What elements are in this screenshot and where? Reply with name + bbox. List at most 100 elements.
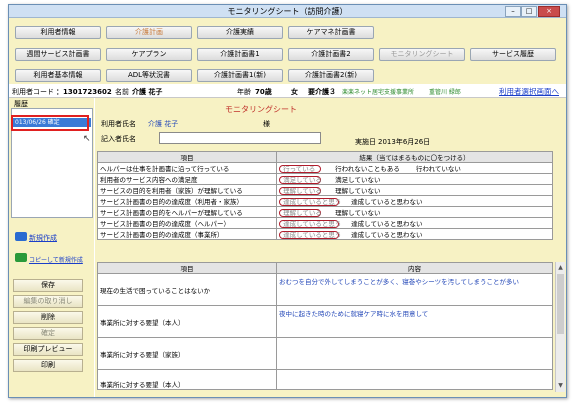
nav-monitoring-sheet-button[interactable]: モニタリングシート bbox=[379, 48, 465, 61]
detail-row: 事業所に対する要望（家族） bbox=[97, 337, 553, 370]
date-label: 実施日 bbox=[355, 138, 376, 146]
eval-item: 利用者のサービス内容への満足度 bbox=[97, 173, 277, 185]
nav-careplan-button[interactable]: ケアプラン bbox=[106, 48, 192, 61]
new-document-icon bbox=[15, 232, 27, 241]
eval-option[interactable]: 達成していると思わない bbox=[351, 231, 422, 239]
eval-row: サービス計画書の目的をヘルパーが理解している 理解している 理解していない bbox=[97, 206, 553, 218]
scrollbar[interactable]: ▲ ▼ bbox=[555, 262, 565, 392]
detail-content-field[interactable]: 夜中に起きた時のために就寝ケア時に水を用意して bbox=[276, 305, 553, 338]
eval-option[interactable]: 満足していない bbox=[335, 176, 380, 184]
close-button[interactable]: × bbox=[538, 6, 560, 17]
minimize-button[interactable]: – bbox=[505, 6, 521, 17]
eval-item: サービスの目的を利用者（家族）が理解している bbox=[97, 184, 277, 196]
detail-row: 現在の生活で困っていることはないか おむつを自分で外してしまうことが多く、寝巻や… bbox=[97, 273, 553, 306]
title-bar: モニタリングシート（訪問介護） – □ × bbox=[9, 5, 566, 18]
scrollbar-thumb[interactable] bbox=[557, 274, 564, 334]
nav-care-plan-2-button[interactable]: 介護計画書2 bbox=[288, 48, 374, 61]
eval-options: 達成していると思う 達成していると思わない bbox=[276, 195, 553, 207]
nav-care-plan-2-new-button[interactable]: 介護計画書2(新) bbox=[288, 69, 374, 82]
cancel-edit-button[interactable]: 編集の取り消し bbox=[13, 295, 83, 308]
detail-item: 事業所に対する要望（家族） bbox=[97, 337, 277, 370]
user-name-value: 介護 花子 bbox=[148, 120, 179, 128]
sheet-title: モニタリングシート bbox=[225, 105, 297, 114]
office-name: 楽楽ネット居宅支援事業所 bbox=[342, 89, 415, 96]
eval-item: ヘルパーは仕事を計画書に沿って行っている bbox=[97, 162, 277, 174]
detail-item: 事業所に対する要望（本人） bbox=[97, 369, 277, 390]
detail-content-field[interactable] bbox=[276, 337, 553, 370]
nav-care-plan-button[interactable]: 介護計画 bbox=[106, 26, 192, 39]
eval-option[interactable]: 理解している bbox=[283, 186, 323, 195]
age-label: 年齢 bbox=[237, 88, 251, 96]
detail-content-field[interactable]: おむつを自分で外してしまうことが多く、寝巻やシーツを汚してしまうことが多い bbox=[276, 273, 553, 306]
maximize-button[interactable]: □ bbox=[521, 6, 537, 17]
eval-row: サービス計画書の目的の達成度（事業所） 達成していると思う 達成していると思わな… bbox=[97, 228, 553, 240]
eval-options: 行っている 行われないこともある 行われていない bbox=[276, 162, 553, 174]
eval-item: サービス計画書の目的をヘルパーが理解している bbox=[97, 206, 277, 218]
highlight-box bbox=[11, 115, 89, 131]
eval-row: サービス計画書の目的の達成度（ヘルパー） 達成していると思う 達成していると思わ… bbox=[97, 217, 553, 229]
nav-care-plan-1-button[interactable]: 介護計画書1 bbox=[197, 48, 283, 61]
eval-option[interactable]: 行われていない bbox=[416, 165, 461, 173]
copy-create-link[interactable]: コピーして新規作成 bbox=[29, 255, 83, 264]
eval-option[interactable]: 満足している bbox=[283, 175, 323, 184]
eval-option[interactable]: 達成していると思う bbox=[283, 230, 341, 239]
age-value: 70歳 bbox=[255, 88, 272, 96]
nav-care-plan-1-new-button[interactable]: 介護計画書1(新) bbox=[197, 69, 283, 82]
eval-option[interactable]: 達成していると思わない bbox=[351, 198, 422, 206]
detail-header-content: 内容 bbox=[276, 262, 553, 274]
name-value: 介護 花子 bbox=[132, 88, 163, 96]
history-pane: 履歴 013/06/26 確定 ↖ 新規作成 コピーして新規作成 保存 編集の取… bbox=[9, 98, 94, 397]
eval-option[interactable]: 達成していると思う bbox=[283, 197, 341, 206]
window-title: モニタリングシート（訪問介護） bbox=[227, 7, 348, 16]
eval-header-result: 結果（当てはまるものに〇をつける） bbox=[276, 151, 553, 163]
detail-row: 事業所に対する要望（本人） 夜中に起きた時のために就寝ケア時に水を用意して bbox=[97, 305, 553, 338]
eval-option[interactable]: 達成していると思わない bbox=[351, 220, 422, 228]
sama-label: 様 bbox=[263, 120, 270, 128]
nav-adl-status-button[interactable]: ADL等状況書 bbox=[106, 69, 192, 82]
app-window: モニタリングシート（訪問介護） – □ × 利用者情報 介護計画 介護実績 ケア… bbox=[8, 4, 567, 398]
nav-user-basic-info-button[interactable]: 利用者基本情報 bbox=[15, 69, 101, 82]
new-create-link[interactable]: 新規作成 bbox=[29, 233, 57, 243]
mouse-cursor-icon: ↖ bbox=[83, 134, 91, 144]
monitoring-sheet: モニタリングシート 利用者氏名 介護 花子 様 記入者氏名 実施日 2013年6… bbox=[95, 98, 566, 397]
eval-option[interactable]: 理解している bbox=[283, 208, 323, 217]
scroll-down-icon[interactable]: ▼ bbox=[557, 382, 564, 390]
user-info-bar: 利用者コード ：1301723602 名前 介護 花子 年齢 70歳 女 要介護… bbox=[9, 84, 566, 98]
user-name-label: 利用者氏名 bbox=[101, 120, 136, 128]
eval-row: 利用者のサービス内容への満足度 満足している 満足していない bbox=[97, 173, 553, 185]
nav-service-history-button[interactable]: サービス履歴 bbox=[470, 48, 556, 61]
name-label: 名前 bbox=[115, 88, 129, 96]
eval-row: サービス計画書の目的の達成度（利用者・家族） 達成していると思う 達成していると… bbox=[97, 195, 553, 207]
nav-care-record-button[interactable]: 介護実績 bbox=[197, 26, 283, 39]
user-code-value: ：1301723602 bbox=[56, 88, 112, 96]
delete-button[interactable]: 削除 bbox=[13, 311, 83, 324]
care-manager-name: 重管川 緑郎 bbox=[429, 89, 461, 96]
eval-row: サービスの目的を利用者（家族）が理解している 理解している 理解していない bbox=[97, 184, 553, 196]
print-preview-button[interactable]: 印刷プレビュー bbox=[13, 343, 83, 356]
eval-option[interactable]: 理解していない bbox=[335, 209, 380, 217]
eval-option[interactable]: 理解していない bbox=[335, 187, 380, 195]
nav-user-info-button[interactable]: 利用者情報 bbox=[15, 26, 101, 39]
nav-weekly-service-plan-button[interactable]: 週間サービス計画書 bbox=[15, 48, 101, 61]
eval-options: 理解している 理解していない bbox=[276, 184, 553, 196]
writer-name-label: 記入者氏名 bbox=[101, 135, 136, 143]
save-button[interactable]: 保存 bbox=[13, 279, 83, 292]
select-user-link[interactable]: 利用者選択画面へ bbox=[499, 86, 559, 97]
confirm-button[interactable]: 確定 bbox=[13, 327, 83, 340]
eval-option[interactable]: 行われないこともある bbox=[335, 165, 400, 173]
navigation-bar: 利用者情報 介護計画 介護実績 ケアマネ計画書 週間サービス計画書 ケアプラン … bbox=[9, 18, 566, 84]
care-level-value: 要介護３ bbox=[308, 88, 336, 96]
eval-option[interactable]: 達成していると思う bbox=[283, 219, 341, 228]
eval-row: ヘルパーは仕事を計画書に沿って行っている 行っている 行われないこともある 行わ… bbox=[97, 162, 553, 174]
eval-options: 達成していると思う 達成していると思わない bbox=[276, 228, 553, 240]
sex-value: 女 bbox=[291, 88, 298, 96]
print-button[interactable]: 印刷 bbox=[13, 359, 83, 372]
evaluation-table: 項目 結果（当てはまるものに〇をつける） ヘルパーは仕事を計画書に沿って行ってい… bbox=[97, 151, 553, 240]
writer-name-field[interactable] bbox=[159, 132, 321, 144]
eval-option[interactable]: 行っている bbox=[283, 164, 323, 173]
detail-content-field[interactable] bbox=[276, 369, 553, 390]
eval-item: サービス計画書の目的の達成度（事業所） bbox=[97, 228, 277, 240]
nav-caremanager-plan-button[interactable]: ケアマネ計画書 bbox=[288, 26, 374, 39]
scroll-up-icon[interactable]: ▲ bbox=[557, 264, 564, 272]
eval-options: 理解している 理解していない bbox=[276, 206, 553, 218]
